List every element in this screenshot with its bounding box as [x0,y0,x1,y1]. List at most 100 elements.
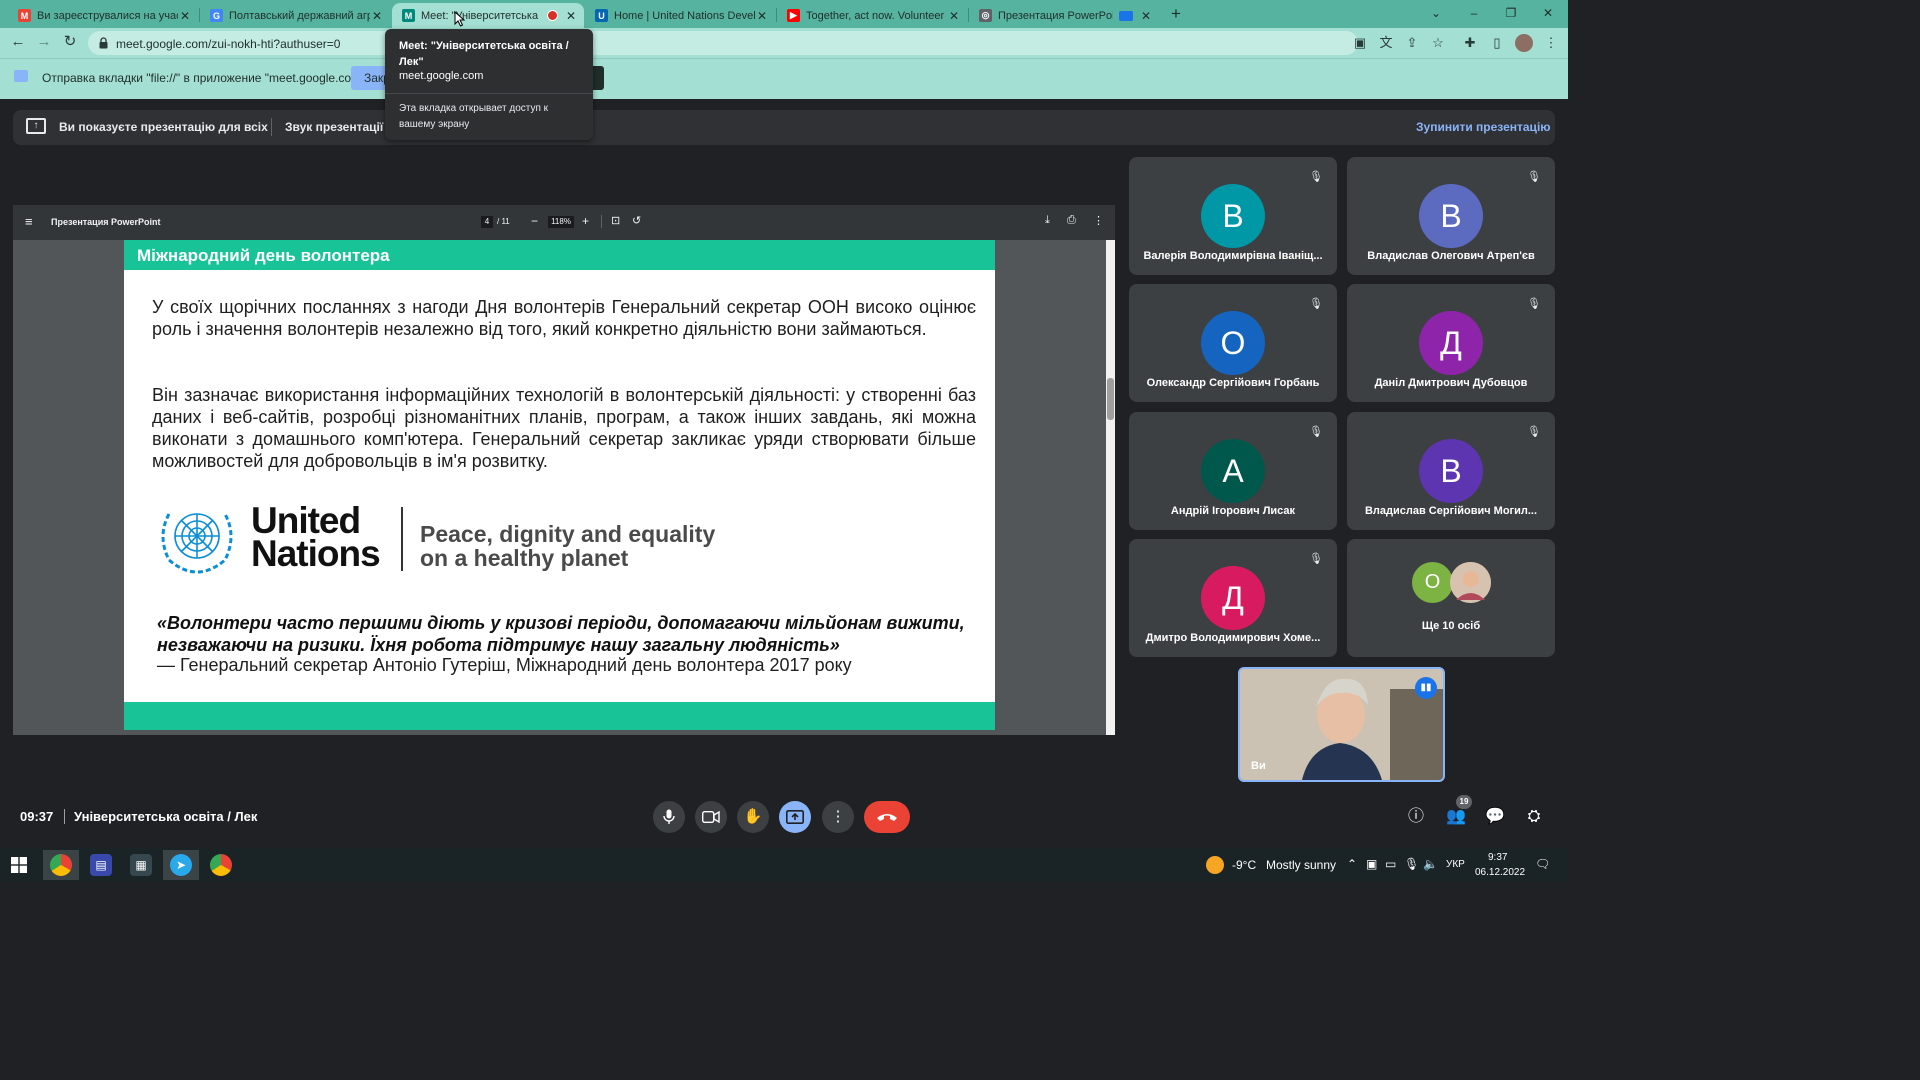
forward-button[interactable]: → [33,31,55,53]
infobar-text: Отправка вкладки "file://" в приложение … [42,71,376,85]
people-icon[interactable]: 👥 [1445,806,1467,828]
close-tab-icon[interactable]: ✕ [370,9,384,23]
camera-button[interactable] [695,801,727,833]
pdf-more-icon[interactable]: ⋮ [1093,214,1104,227]
pdf-page-total: / 11 [497,217,510,226]
globe-icon: ◎ [979,9,992,22]
taskbar-chrome[interactable] [43,850,79,880]
pdf-scrollbar[interactable] [1106,240,1115,735]
taskbar-chrome-2[interactable] [203,850,239,880]
side-panel-icon[interactable]: ▯ [1488,34,1506,52]
slide-footer-band [124,702,995,730]
taskbar-save[interactable]: ▤ [83,850,119,880]
pdf-scrollbar-thumb[interactable] [1107,378,1114,420]
chat-icon[interactable]: 💬 [1484,806,1506,828]
camera-icon[interactable]: ▣ [1351,34,1369,52]
volume-icon[interactable]: 🔈 [1423,857,1438,871]
weather-sun-icon[interactable] [1206,856,1224,874]
tab-meet[interactable]: M Meet: "Університетська осві ✕ [392,3,584,28]
un-tagline-line1: Peace, dignity and equality [420,521,716,547]
fit-page-icon[interactable]: ⊡ [611,214,620,227]
tab-title: Together, act now. Volunteer for [806,9,947,22]
tab-undp[interactable]: U Home | United Nations Develop ✕ [585,3,775,28]
present-now-button[interactable] [779,801,811,833]
close-tab-icon[interactable]: ✕ [1139,9,1153,23]
tray-expand-icon[interactable]: ⌃ [1347,857,1357,871]
tab-search-button[interactable]: ⌄ [1418,3,1454,23]
participant-tile[interactable]: 🎙 Д Даніл Дмитрович Дубовцов [1347,284,1555,402]
menu-kebab-icon[interactable]: ⋮ [1542,34,1560,52]
windows-start-icon[interactable] [11,857,27,873]
profile-avatar[interactable] [1515,34,1533,52]
close-tab-icon[interactable]: ✕ [755,9,769,23]
mic-off-icon: 🎙 [1309,298,1323,310]
calculator-icon: ▦ [130,854,152,876]
stop-presenting-button[interactable]: Зупинити презентацію [1416,120,1551,134]
presentation-audio-toggle[interactable]: Звук презентації [285,120,383,134]
weather-temperature[interactable]: -9°C [1232,858,1256,872]
close-tab-icon[interactable]: ✕ [947,9,961,23]
notifications-icon[interactable]: 🗨 [1535,857,1550,871]
pdf-document-title: Презентация PowerPoint [51,217,161,227]
mic-off-icon: 🎙 [1309,553,1323,565]
hamburger-menu-icon[interactable]: ≡ [25,214,33,229]
translate-icon[interactable]: 文 [1377,34,1395,52]
taskbar-date[interactable]: 06.12.2022 [1475,867,1525,878]
taskbar-telegram[interactable]: ➤ [163,850,199,880]
tab-pdaa[interactable]: G Полтавський державний аграр ✕ [200,3,390,28]
self-video[interactable] [1238,667,1445,782]
tray-app-icon[interactable]: ▣ [1366,857,1377,871]
zoom-out-icon[interactable]: − [531,214,538,228]
more-options-icon[interactable]: ⋮ [822,801,854,833]
un-wordmark-line2: Nations [251,533,381,574]
participant-name: Владислав Олегович Атреп'єв [1367,250,1535,262]
input-language[interactable]: УКР [1446,859,1465,870]
hover-card-divider [385,93,593,94]
weather-description[interactable]: Mostly sunny [1266,858,1336,872]
bookmark-star-icon[interactable]: ☆ [1429,34,1447,52]
network-icon[interactable]: ▭ [1385,857,1396,871]
meeting-details-icon[interactable]: ⓘ [1405,806,1427,828]
meeting-info-divider [64,809,65,824]
taskbar-time[interactable]: 9:37 [1488,852,1508,863]
print-icon[interactable]: ⎙ [1067,214,1076,227]
participant-tile[interactable]: 🎙 А Андрій Ігорович Лисак [1129,412,1337,530]
taskbar-calculator[interactable]: ▦ [123,850,159,880]
participant-tile[interactable]: 🎙 О Олександр Сергійович Горбань [1129,284,1337,402]
activities-icon[interactable]: ⛭ [1523,806,1545,828]
meet-icon: M [402,9,415,22]
tab-ppt[interactable]: ◎ Презентация PowerPoint ✕ [969,3,1159,28]
download-icon[interactable]: ⤓ [1045,214,1050,227]
participant-tile[interactable]: 🎙 Д Дмитро Володимирович Хоме... [1129,539,1337,657]
microphone-tray-icon[interactable]: 🎙 [1404,857,1419,871]
share-icon[interactable]: ⇪ [1403,34,1421,52]
rotate-icon[interactable]: ↺ [632,214,641,227]
microphone-button[interactable] [653,801,685,833]
participant-tile[interactable]: 🎙 В Валерія Володимирівна Іваніщ... [1129,157,1337,275]
maximize-button[interactable]: ❐ [1493,3,1529,23]
pdf-page-input[interactable]: 4 [481,216,493,228]
leave-call-button[interactable] [864,801,910,833]
back-button[interactable]: ← [7,31,29,53]
raise-hand-button[interactable]: ✋ [737,801,769,833]
reload-button[interactable]: ↻ [59,31,81,53]
minimize-button[interactable]: – [1456,3,1492,23]
lock-icon[interactable] [99,36,108,49]
hover-card-title: Meet: "Університетська освіта / Лек" [399,40,569,68]
google-sites-icon: G [210,9,223,22]
pdf-zoom-input[interactable]: 118% [548,216,574,228]
close-window-button[interactable]: ✕ [1530,3,1566,23]
tab-youtube[interactable]: ▶ Together, act now. Volunteer for ✕ [777,3,967,28]
extensions-icon[interactable]: ✚ [1461,34,1479,52]
new-tab-button[interactable]: + [1166,4,1186,24]
slide-paragraph-1: У своїх щорічних посланнях з нагоди Дня … [152,297,976,339]
close-tab-icon[interactable]: ✕ [564,9,578,23]
tab-gmail[interactable]: M Ви зареєструвалися на участь у ✕ [8,3,198,28]
close-tab-icon[interactable]: ✕ [178,9,192,23]
participant-tile[interactable]: 🎙 В Владислав Сергійович Могил... [1347,412,1555,530]
avatar: Д [1201,566,1265,630]
speaking-indicator-icon: ▮▮ [1415,677,1437,699]
participant-tile[interactable]: 🎙 В Владислав Олегович Атреп'єв [1347,157,1555,275]
avatar: В [1201,184,1265,248]
zoom-in-icon[interactable]: + [582,214,589,228]
